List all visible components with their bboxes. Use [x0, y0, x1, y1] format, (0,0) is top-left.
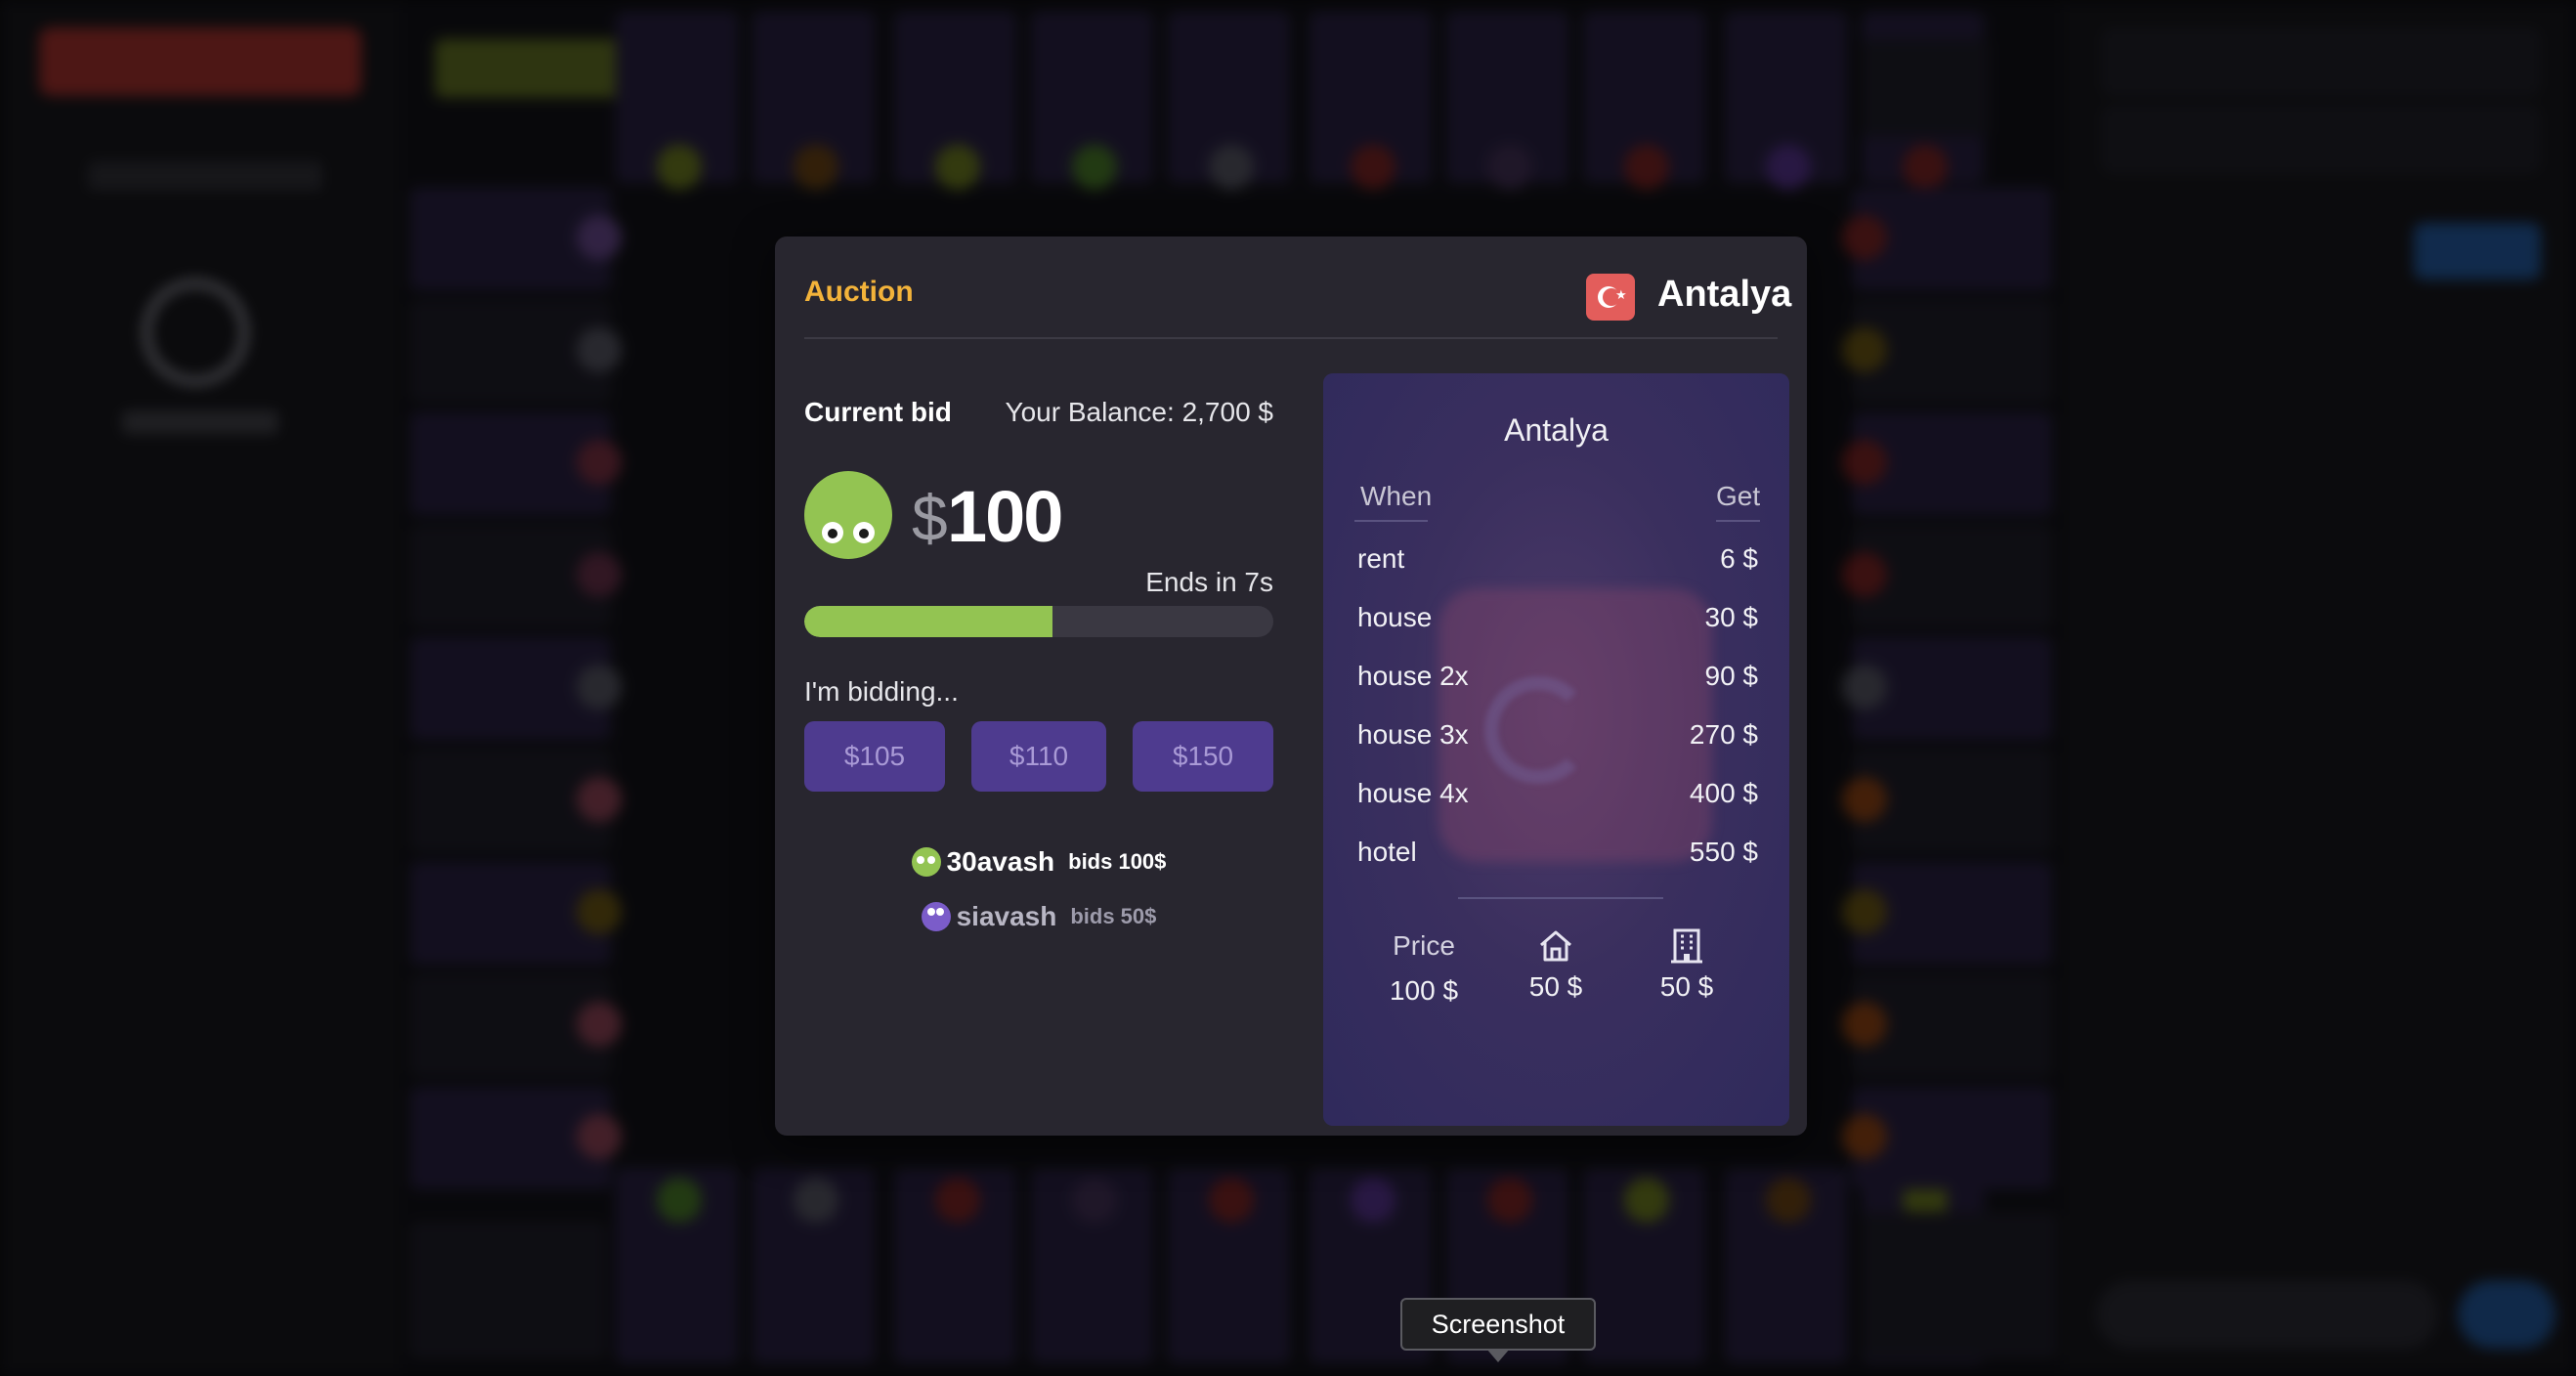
- rent-row: rent 6 $: [1357, 543, 1758, 574]
- bid-action: bids 100$: [1068, 849, 1167, 874]
- bid-currency-symbol: $: [912, 482, 948, 554]
- modal-header: Auction ★ Antalya: [804, 236, 1791, 339]
- house-cost-value: 50 $: [1528, 971, 1583, 1002]
- countdown-progress-fill: [804, 606, 1053, 637]
- current-bid-label: Current bid: [804, 397, 952, 427]
- card-title: Antalya: [1504, 412, 1609, 448]
- when-header: When: [1354, 481, 1432, 522]
- bidding-label: I'm bidding...: [804, 676, 959, 707]
- price-label: Price: [1393, 930, 1455, 961]
- house-icon: [1497, 926, 1614, 966]
- card-divider: [1458, 897, 1663, 899]
- rent-row: hotel 550 $: [1357, 837, 1758, 867]
- price-column: Price 100 $: [1365, 926, 1482, 1007]
- balance-text: Your Balance: 2,700 $: [1005, 397, 1273, 427]
- auction-title: Auction: [804, 276, 914, 308]
- bid-button-105[interactable]: $105: [804, 721, 945, 792]
- rent-row: house 3x 270 $: [1357, 719, 1758, 750]
- bid-button-150[interactable]: $150: [1133, 721, 1273, 792]
- get-header: Get: [1716, 481, 1760, 522]
- turkey-flag-icon: ★: [1586, 274, 1635, 321]
- house-cost-column: 50 $: [1497, 926, 1614, 1003]
- bid-log-entry: 30avash bids 100$: [804, 846, 1273, 878]
- screenshot-tooltip: Screenshot: [1400, 1298, 1596, 1351]
- hotel-cost-column: 50 $: [1628, 926, 1745, 1003]
- bid-log-entry: siavash bids 50$: [804, 901, 1273, 932]
- bid-action: bids 50$: [1070, 904, 1157, 928]
- rent-row: house 2x 90 $: [1357, 661, 1758, 691]
- price-value: 100 $: [1389, 975, 1459, 1006]
- bid-button-110[interactable]: $110: [971, 721, 1106, 792]
- auction-modal: Auction ★ Antalya Current bid Your Balan…: [775, 236, 1807, 1136]
- countdown-text: Ends in 7s: [1145, 567, 1273, 597]
- bidder-name: 30avash: [946, 846, 1055, 877]
- bidder-name: siavash: [956, 901, 1057, 931]
- countdown-progress-bar: [804, 606, 1273, 637]
- current-bid-amount: 100: [947, 476, 1063, 557]
- rent-row: house 4x 400 $: [1357, 778, 1758, 808]
- bidder-avatar-small: [911, 847, 941, 877]
- hotel-cost-value: 50 $: [1659, 971, 1714, 1002]
- property-card: Antalya When Get rent 6 $ house 30 $ house…: [1323, 373, 1789, 1126]
- highest-bidder-avatar: [804, 471, 892, 559]
- bidder-avatar-small: [921, 902, 951, 931]
- tooltip-arrow: [1486, 1349, 1510, 1362]
- building-icon: [1628, 926, 1745, 966]
- rent-row: house 30 $: [1357, 602, 1758, 632]
- city-title: Antalya: [1657, 274, 1792, 315]
